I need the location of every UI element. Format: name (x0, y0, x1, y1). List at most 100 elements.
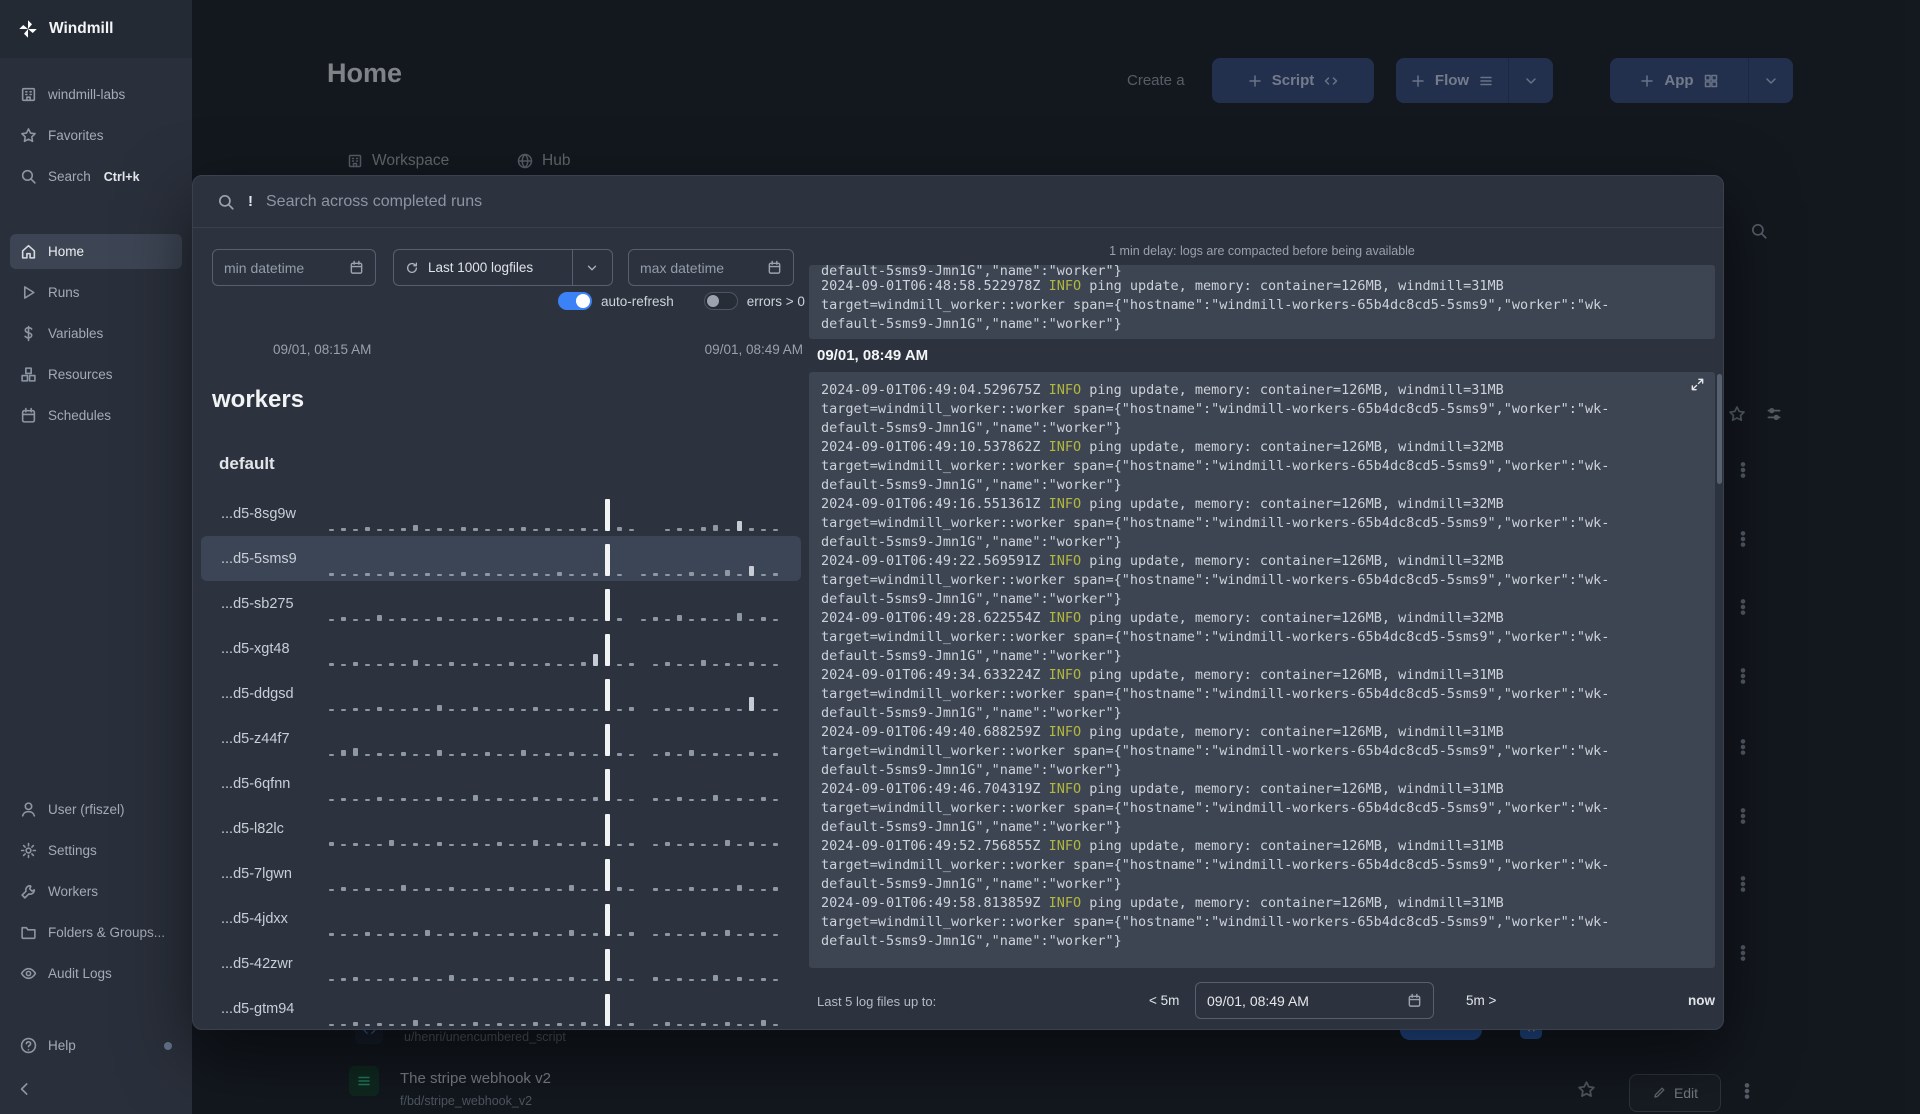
log-entry: 2024-09-01T06:49:28.622554Z INFO ping up… (821, 610, 1610, 664)
worker-row[interactable]: ...d5-6qfnn (201, 761, 801, 806)
worker-list: ...d5-8sg9w ...d5-5sms9 ...d5-sb275 ...d… (201, 491, 801, 1031)
worker-row[interactable]: ...d5-xgt48 (201, 626, 801, 671)
log-entry: 2024-09-01T06:49:04.529675Z INFO ping up… (821, 382, 1610, 436)
worker-row[interactable]: ...d5-4jdxx (201, 896, 801, 941)
log-entry: 2024-09-01T06:49:22.569591Z INFO ping up… (821, 553, 1610, 607)
app-logo[interactable]: Windmill (0, 0, 192, 58)
worker-row[interactable]: ...d5-8sg9w (201, 491, 801, 536)
log-level: INFO (1048, 667, 1082, 683)
sidebar-nav-group: Home Runs Variables Resources Schedules (0, 231, 192, 436)
sidebar: Windmill windmill-labs Favorites Search … (0, 0, 192, 1114)
footer-datetime-input[interactable]: 09/01, 08:49 AM (1195, 982, 1434, 1019)
chevron-down-icon (585, 261, 599, 275)
sidebar-top-group: windmill-labs Favorites Search Ctrl+k (0, 74, 192, 197)
worker-activity-sparkline (329, 992, 789, 1026)
now-button[interactable]: now (1688, 993, 1715, 1008)
user-icon (20, 801, 37, 818)
min-datetime-input[interactable]: min datetime (212, 249, 376, 286)
sidebar-item-runs[interactable]: Runs (10, 275, 182, 310)
worker-name: ...d5-8sg9w (221, 505, 296, 522)
max-datetime-placeholder: max datetime (640, 259, 725, 276)
sidebar-item-user-rfiszel[interactable]: User (rfiszel) (10, 792, 182, 827)
auto-refresh-toggle[interactable] (558, 292, 592, 310)
sidebar-item-label: User (rfiszel) (48, 802, 125, 817)
log-level: INFO (1048, 724, 1082, 740)
worker-name: ...d5-l82lc (221, 820, 284, 837)
sidebar-item-variables[interactable]: Variables (10, 316, 182, 351)
worker-row[interactable]: ...d5-sb275 (201, 581, 801, 626)
worker-name: ...d5-sb275 (221, 595, 294, 612)
sidebar-item-workers[interactable]: Workers (10, 874, 182, 909)
worker-row[interactable]: ...d5-5sms9 (201, 536, 801, 581)
max-datetime-input[interactable]: max datetime (628, 249, 794, 286)
worker-row[interactable]: ...d5-42zwr (201, 941, 801, 986)
sidebar-item-label: Audit Logs (48, 966, 112, 981)
errors-only-label: errors > 0 (746, 293, 805, 309)
runs-search-input[interactable] (266, 192, 1699, 211)
worker-name: ...d5-7lgwn (221, 865, 292, 882)
log-level: INFO (1048, 781, 1082, 797)
toggle-row: auto-refresh errors > 0 (558, 292, 805, 310)
search-prefix: ! (248, 193, 253, 210)
sidebar-item-audit-logs[interactable]: Audit Logs (10, 956, 182, 991)
sidebar-item-label: Resources (48, 367, 113, 382)
dollar-icon (20, 325, 37, 342)
worker-name: ...d5-4jdxx (221, 910, 288, 927)
sidebar-item-label: Folders & Groups... (48, 925, 166, 940)
home-icon (20, 243, 37, 260)
log-scrollbar[interactable] (1717, 374, 1722, 484)
search-icon (217, 193, 235, 211)
log-block-previous: default-5sms9-Jmn1G","name":"worker"} 202… (809, 265, 1715, 339)
sidebar-item-favorites[interactable]: Favorites (10, 118, 182, 153)
log-entry: 2024-09-01T06:49:46.704319Z INFO ping up… (821, 781, 1610, 835)
log-level: INFO (1048, 838, 1082, 854)
sidebar-item-schedules[interactable]: Schedules (10, 398, 182, 433)
worker-row[interactable]: ...d5-l82lc (201, 806, 801, 851)
forward-5m-button[interactable]: 5m > (1466, 993, 1496, 1008)
log-section-header: 09/01, 08:49 AM (817, 347, 929, 364)
worker-activity-sparkline (329, 947, 789, 981)
worker-row[interactable]: ...d5-gtm94 (201, 986, 801, 1031)
log-level: INFO (1048, 496, 1082, 512)
log-entry: 2024-09-01T06:49:10.537862Z INFO ping up… (821, 439, 1610, 493)
log-entry: 2024-09-01T06:49:40.688259Z INFO ping up… (821, 724, 1610, 778)
expand-icon[interactable] (1690, 377, 1705, 392)
workers-title: workers (212, 386, 305, 413)
sidebar-item-home[interactable]: Home (10, 234, 182, 269)
collapse-sidebar-button[interactable] (16, 1080, 34, 1098)
logfiles-select[interactable]: Last 1000 logfiles (393, 249, 573, 286)
worker-row[interactable]: ...d5-ddgsd (201, 671, 801, 716)
log-level: INFO (1048, 278, 1082, 294)
worker-row[interactable]: ...d5-z44f7 (201, 716, 801, 761)
clipped-log-line: default-5sms9-Jmn1G","name":"worker"} (821, 265, 1122, 277)
log-level: INFO (1048, 895, 1082, 911)
range-end-time: 09/01, 08:49 AM (704, 342, 803, 357)
sidebar-item-label: Help (48, 1038, 76, 1053)
search-icon (20, 168, 37, 185)
sidebar-item-folders-groups[interactable]: Folders & Groups... (10, 915, 182, 950)
sidebar-item-windmill-labs[interactable]: windmill-labs (10, 77, 182, 112)
worker-name: ...d5-42zwr (221, 955, 293, 972)
logfiles-dropdown-button[interactable] (572, 249, 613, 286)
worker-row[interactable]: ...d5-7lgwn (201, 851, 801, 896)
sidebar-item-label: Favorites (48, 128, 104, 143)
log-entry: 2024-09-01T06:49:34.633224Z INFO ping up… (821, 667, 1610, 721)
logfiles-select-value: Last 1000 logfiles (428, 260, 534, 275)
back-5m-button[interactable]: < 5m (1149, 993, 1179, 1008)
sidebar-bottom-group: User (rfiszel) Settings Workers Folders … (0, 789, 192, 994)
sidebar-item-resources[interactable]: Resources (10, 357, 182, 392)
log-entry: 2024-09-01T06:49:16.551361Z INFO ping up… (821, 496, 1610, 550)
sidebar-item-help[interactable]: Help (10, 1028, 182, 1063)
worker-name: ...d5-z44f7 (221, 730, 290, 747)
worker-activity-sparkline (329, 542, 789, 576)
sidebar-item-search[interactable]: Search Ctrl+k (10, 159, 182, 194)
calendar-icon (1407, 993, 1422, 1008)
worker-name: ...d5-xgt48 (221, 640, 290, 657)
sidebar-item-settings[interactable]: Settings (10, 833, 182, 868)
log-entry: 2024-09-01T06:49:58.813859Z INFO ping up… (821, 895, 1610, 949)
errors-only-toggle[interactable] (703, 292, 738, 310)
worker-activity-sparkline (329, 812, 789, 846)
worker-activity-sparkline (329, 722, 789, 756)
worker-activity-sparkline (329, 902, 789, 936)
log-entry: 2024-09-01T06:49:52.756855Z INFO ping up… (821, 838, 1610, 892)
